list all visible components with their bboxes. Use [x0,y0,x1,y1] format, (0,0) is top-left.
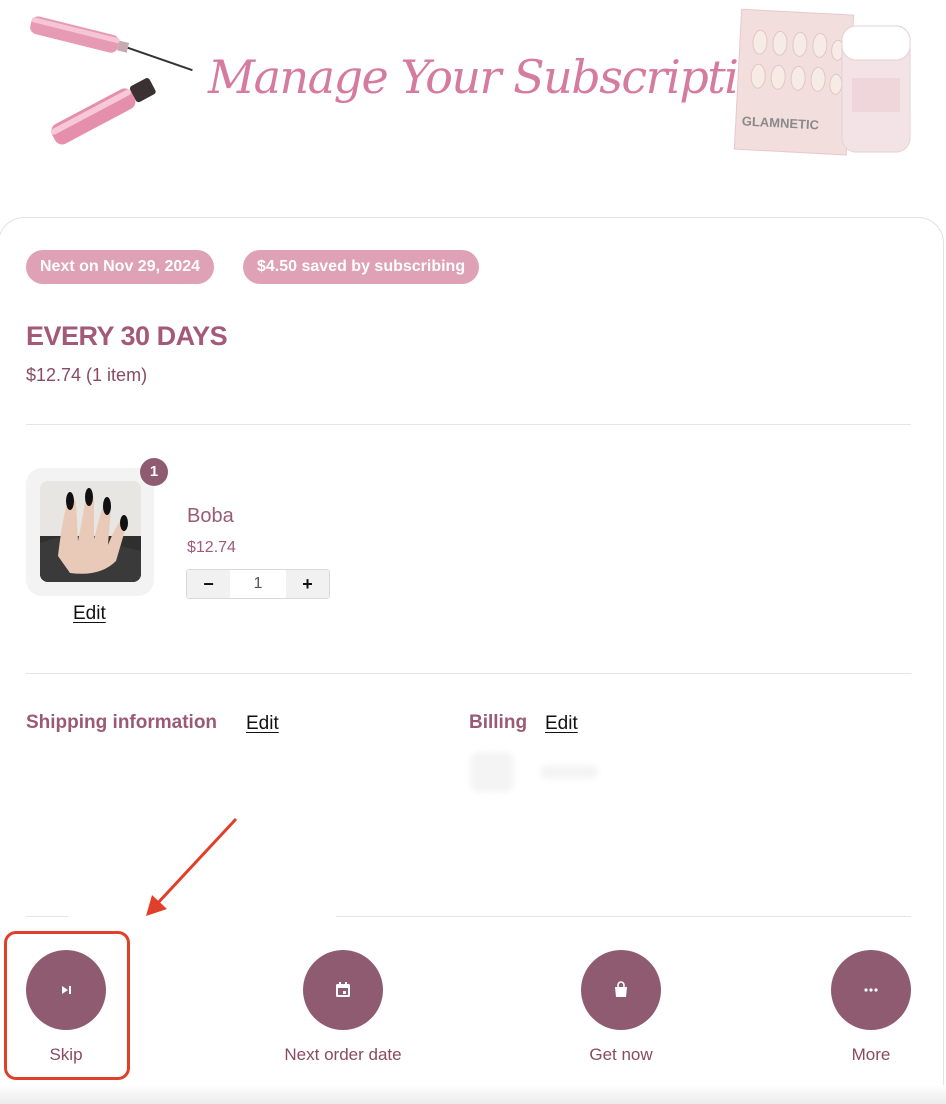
next-date-badge: Next on Nov 29, 2024 [26,250,215,284]
savings-badge: $4.50 saved by subscribing [243,250,480,284]
next-order-date-button[interactable] [303,950,383,1030]
edit-shipping-link[interactable]: Edit [246,713,279,735]
get-now-label[interactable]: Get now [571,1045,671,1065]
increment-button[interactable]: + [286,570,329,598]
quantity-badge: 1 [140,458,168,486]
product-price: $12.74 [187,539,236,556]
subscription-frequency: EVERY 30 DAYS [26,321,228,351]
get-now-button[interactable] [581,950,661,1030]
shopping-bag-icon [615,981,627,997]
product-thumbnail[interactable] [26,468,154,596]
press-on-nails-product-image: GLAMNETIC [733,8,911,156]
quantity-value[interactable]: 1 [230,570,286,598]
redacted-billing-info [540,765,598,779]
edit-product-link[interactable]: Edit [73,603,106,625]
banner: Manage Your Subscriptions GLAMNETIC [0,0,946,190]
more-dots-icon [864,988,878,992]
decrement-button[interactable]: − [187,570,230,598]
product-name: Boba [187,505,234,527]
product-image [40,481,141,582]
page-bottom-fade [0,1085,946,1104]
shipping-heading: Shipping information [26,712,218,733]
annotation-arrow-icon [146,817,238,916]
more-button[interactable] [831,950,911,1030]
divider [336,916,911,917]
more-label[interactable]: More [821,1045,921,1065]
redacted-billing-info [470,752,514,792]
next-order-date-label[interactable]: Next order date [263,1045,423,1065]
subscription-subtotal: $12.74 (1 item) [26,365,148,385]
billing-heading: Billing [469,712,528,733]
annotation-highlight-box [4,931,130,1080]
divider [26,424,911,425]
divider [26,673,911,674]
calendar-icon [336,982,350,997]
mascara-product-image [30,16,193,145]
edit-billing-link[interactable]: Edit [545,713,578,735]
quantity-stepper: − 1 + [186,569,330,599]
divider [26,916,68,917]
banner-title: Manage Your Subscriptions [208,50,815,104]
